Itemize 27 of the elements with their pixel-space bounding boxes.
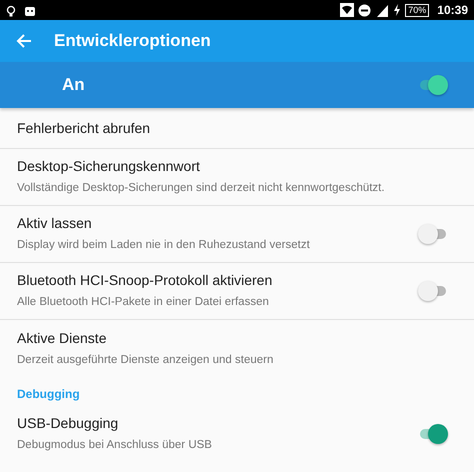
section-header: Debugging xyxy=(16,386,81,403)
bulb-icon xyxy=(6,4,16,16)
setting-title: Aktive Dienste xyxy=(17,328,108,348)
toggle-switch[interactable] xyxy=(418,424,448,444)
setting-title: Bluetooth HCI-Snoop-Protokoll aktivieren xyxy=(17,271,272,290)
setting-summary: Derzeit ausgeführte Dienste anzeigen und steuern xyxy=(17,352,274,368)
setting-summary: Display wird beim Laden nie in den Ruhezustand versetzt xyxy=(17,238,310,254)
screen-title: Entwickleroptionen xyxy=(54,30,211,52)
back-icon[interactable] xyxy=(16,33,32,49)
wifi-icon xyxy=(340,3,354,17)
toggle-switch[interactable] xyxy=(418,281,448,301)
setting-title: USB-Debugging xyxy=(17,414,120,433)
toggle-switch[interactable] xyxy=(418,75,448,95)
android-icon xyxy=(24,4,36,16)
setting-title: Desktop-Sicherungskennwort xyxy=(17,157,201,176)
setting-title: Aktiv lassen xyxy=(17,214,93,234)
battery-level: 70% xyxy=(405,4,430,16)
setting-summary: Alle Bluetooth HCI-Pakete in einer Datei erfassen xyxy=(17,295,270,310)
do-not-disturb-icon xyxy=(358,4,372,16)
charging-icon xyxy=(393,4,402,16)
master-switch-label: An xyxy=(62,74,85,96)
toggle-switch[interactable] xyxy=(418,224,448,244)
setting-summary: Debugmodus bei Anschluss über USB xyxy=(17,438,212,453)
clock: 10:39 xyxy=(437,2,468,19)
setting-title: Fehlerbericht abrufen xyxy=(17,118,150,138)
signal-icon xyxy=(375,3,390,17)
setting-summary: Vollständige Desktop-Sicherungen sind derzeit nicht kennwortgeschützt. xyxy=(17,181,385,196)
